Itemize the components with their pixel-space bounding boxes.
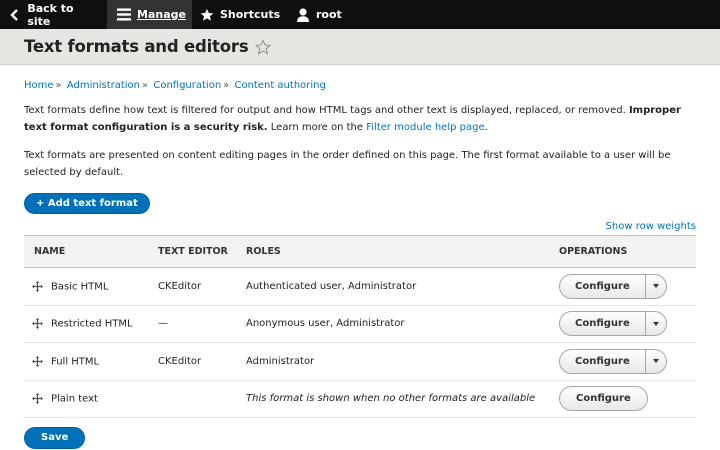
shortcuts-menu[interactable]: Shortcuts [192,0,288,29]
back-to-site-link[interactable]: Back to site [0,0,107,29]
drag-handle-icon[interactable] [32,318,43,329]
page-title: Text formats and editors [24,37,249,56]
chevron-left-icon [8,8,21,22]
table-header-row: NAME TEXT EDITOR ROLES OPERATIONS [24,235,696,268]
configure-button[interactable]: Configure [560,350,645,373]
dropdown-toggle[interactable] [644,312,666,336]
hamburger-icon [117,8,131,22]
breadcrumb-home[interactable]: Home [24,80,54,91]
save-button[interactable]: Save [24,427,86,449]
intro-period: . [484,122,488,133]
add-text-format-button[interactable]: + Add text format [24,193,150,214]
operations-dropbutton: Configure [559,386,648,412]
text-editor-cell [148,380,236,418]
column-header-roles: ROLES [246,246,281,257]
star-icon [200,8,214,22]
table-row: Full HTML CKEditor Administrator Configu… [24,343,696,380]
order-paragraph: Text formats are presented on content ed… [24,150,671,178]
user-icon [296,7,310,22]
roles-cell: Anonymous user, Administrator [246,318,405,330]
dropdown-toggle[interactable] [644,274,666,298]
user-menu[interactable]: root [288,0,352,29]
star-outline-icon[interactable] [255,38,272,55]
column-header-operations: OPERATIONS [559,246,628,257]
filter-help-link[interactable]: Filter module help page [366,122,484,133]
intro-text: Text formats define how text is filtered… [24,105,626,116]
text-editor-cell: — [158,318,168,330]
column-header-text-editor: TEXT EDITOR [158,246,228,257]
dropdown-toggle[interactable] [644,349,666,373]
format-name: Basic HTML [51,281,109,292]
breadcrumb-administration[interactable]: Administration [67,80,140,91]
drag-handle-icon[interactable] [32,280,43,292]
roles-cell: Administrator [246,355,315,367]
caret-down-icon [652,321,659,326]
breadcrumb: Home» Administration» Configuration» Con… [24,80,326,91]
drag-handle-icon[interactable] [32,355,43,367]
manage-label: Manage [137,8,186,21]
back-to-site-label: Back to site [27,1,74,28]
breadcrumb-content-authoring[interactable]: Content authoring [234,80,325,91]
intro-paragraph: Text formats define how text is filtered… [24,102,696,136]
configure-button[interactable]: Configure [560,387,647,410]
admin-toolbar: Back to site Manage Shortcuts root [0,0,720,29]
breadcrumb-configuration[interactable]: Configuration [153,80,221,91]
column-header-name: NAME [34,246,66,257]
main-content: Home» Administration» Configuration» Con… [0,80,720,449]
format-name: Plain text [51,393,98,405]
intro-learn-more: Learn more on the [270,122,364,133]
table-row: Plain text This format is shown when no … [24,380,696,418]
shortcuts-label: Shortcuts [220,8,281,21]
operations-dropbutton: Configure [559,311,667,337]
text-formats-table: NAME TEXT EDITOR ROLES OPERATIONS Basic … [24,235,696,418]
configure-button[interactable]: Configure [560,312,645,335]
operations-dropbutton: Configure [559,273,667,299]
table-row: Basic HTML CKEditor Authenticated user, … [24,268,696,305]
roles-cell: This format is shown when no other forma… [246,393,536,405]
manage-menu[interactable]: Manage [107,0,192,29]
show-row-weights-link[interactable]: Show row weights [606,221,696,232]
format-name: Full HTML [51,356,100,367]
caret-down-icon [652,359,659,364]
roles-cell: Authenticated user, Administrator [246,280,417,292]
text-editor-cell: CKEditor [158,355,202,367]
caret-down-icon [652,284,659,289]
user-label: root [316,8,342,21]
drag-handle-icon[interactable] [32,393,43,404]
page-header: Text formats and editors [0,29,720,65]
operations-dropbutton: Configure [559,348,667,374]
configure-button[interactable]: Configure [560,275,645,298]
format-name: Restricted HTML [51,318,133,330]
text-editor-cell: CKEditor [158,280,202,292]
table-row: Restricted HTML — Anonymous user, Admini… [24,305,696,343]
